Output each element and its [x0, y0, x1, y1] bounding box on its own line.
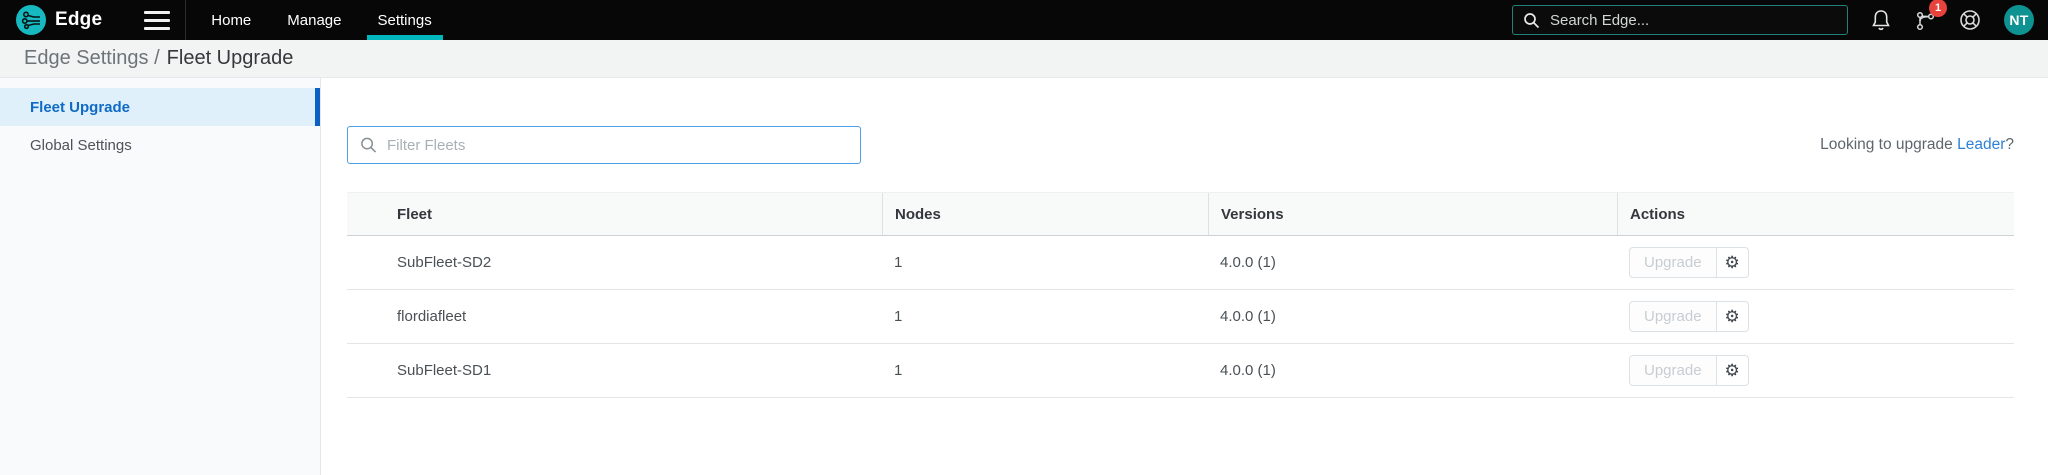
global-search[interactable] [1512, 5, 1848, 35]
brand-name: Edge [55, 9, 102, 31]
content-area: Fleet Upgrade Global Settings Looking to… [0, 78, 2048, 475]
page-title: Fleet Upgrade [167, 47, 294, 70]
fleet-versions: 4.0.0 (1) [1208, 236, 1617, 289]
breadcrumb-parent[interactable]: Edge Settings / [24, 47, 160, 70]
notifications-button[interactable] [1870, 8, 1892, 32]
leader-link[interactable]: Leader [1957, 136, 2005, 153]
row-actions: Upgrade ⚙ [1629, 301, 1749, 332]
notification-badge: 1 [1929, 0, 1947, 17]
main-panel: Looking to upgrade Leader? Fleet Nodes V… [321, 78, 2048, 475]
fleet-nodes: 1 [882, 344, 1208, 397]
sidebar-item-fleet-upgrade[interactable]: Fleet Upgrade [0, 88, 320, 126]
fleet-filter-input[interactable] [387, 137, 848, 154]
gear-icon: ⚙ [1725, 308, 1740, 325]
filter-search-icon [360, 136, 377, 154]
upgrade-button[interactable]: Upgrade [1629, 355, 1717, 386]
nav-tab-settings[interactable]: Settings [367, 0, 443, 40]
hint-suffix: ? [2005, 136, 2014, 153]
row-actions: Upgrade ⚙ [1629, 355, 1749, 386]
upgrade-button[interactable]: Upgrade [1629, 247, 1717, 278]
brand[interactable]: Edge [16, 5, 102, 35]
upgrade-settings-button[interactable]: ⚙ [1717, 301, 1749, 332]
fleet-name: SubFleet-SD2 [347, 236, 882, 289]
edge-logo-icon [16, 5, 46, 35]
gear-icon: ⚙ [1725, 254, 1740, 271]
leader-upgrade-hint: Looking to upgrade Leader? [1820, 136, 2014, 154]
breadcrumb: Edge Settings / Fleet Upgrade [0, 40, 2048, 78]
search-icon [1523, 12, 1540, 29]
fleet-nodes: 1 [882, 236, 1208, 289]
row-actions: Upgrade ⚙ [1629, 247, 1749, 278]
toolbar-row: Looking to upgrade Leader? [347, 126, 2014, 164]
user-avatar[interactable]: NT [2004, 5, 2034, 35]
nav-tab-home[interactable]: Home [200, 0, 262, 40]
fleet-filter[interactable] [347, 126, 861, 164]
fleet-table: Fleet Nodes Versions Actions SubFleet-SD… [347, 192, 2014, 398]
search-input[interactable] [1550, 12, 1837, 29]
fleet-name: SubFleet-SD1 [347, 344, 882, 397]
help-ring-icon [1958, 8, 1982, 32]
fleet-versions: 4.0.0 (1) [1208, 344, 1617, 397]
fleet-versions: 4.0.0 (1) [1208, 290, 1617, 343]
sidebar-item-global-settings[interactable]: Global Settings [0, 126, 320, 164]
table-header: Fleet Nodes Versions Actions [347, 192, 2014, 236]
table-row: SubFleet-SD1 1 4.0.0 (1) Upgrade ⚙ [347, 344, 2014, 398]
table-row: SubFleet-SD2 1 4.0.0 (1) Upgrade ⚙ [347, 236, 2014, 290]
upgrade-settings-button[interactable]: ⚙ [1717, 247, 1749, 278]
fleet-name: flordiafleet [347, 290, 882, 343]
help-button[interactable] [1958, 8, 1982, 32]
upgrade-settings-button[interactable]: ⚙ [1717, 355, 1749, 386]
updates-button[interactable]: 1 [1914, 8, 1936, 32]
column-header-actions: Actions [1617, 193, 2014, 235]
upgrade-button[interactable]: Upgrade [1629, 301, 1717, 332]
column-header-versions: Versions [1208, 193, 1617, 235]
settings-sidebar: Fleet Upgrade Global Settings [0, 78, 321, 475]
bell-icon [1870, 8, 1892, 32]
hint-text: Looking to upgrade [1820, 136, 1957, 153]
top-navbar: Edge Home Manage Settings [0, 0, 2048, 40]
navbar-right: 1 NT [1512, 5, 2034, 35]
nav-tab-manage[interactable]: Manage [276, 0, 352, 40]
fleet-nodes: 1 [882, 290, 1208, 343]
column-header-nodes: Nodes [882, 193, 1208, 235]
hamburger-menu-icon[interactable] [144, 11, 170, 30]
navbar-divider [185, 0, 186, 40]
primary-nav: Home Manage Settings [193, 0, 449, 40]
gear-icon: ⚙ [1725, 362, 1740, 379]
column-header-fleet: Fleet [347, 193, 882, 235]
table-row: flordiafleet 1 4.0.0 (1) Upgrade ⚙ [347, 290, 2014, 344]
